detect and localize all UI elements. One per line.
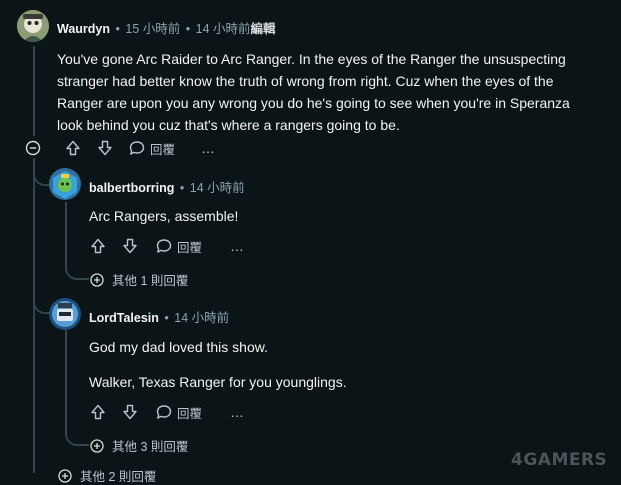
comment-line: God my dad loved this show. xyxy=(89,339,268,355)
comment-line: Ranger are upon you any wrong you do he'… xyxy=(57,95,570,111)
comment-body: You've gone Arc Raider to Arc Ranger. In… xyxy=(57,48,617,136)
comment-body: Arc Rangers, assemble! xyxy=(89,205,609,227)
action-bar: 回覆 … xyxy=(82,232,245,260)
timestamp[interactable]: 14 小時前 xyxy=(190,181,245,195)
reply-icon xyxy=(156,404,172,420)
watermark-logo: 4GAMERS xyxy=(511,450,608,470)
comment-header: Waurdyn • 15 小時前 • 14 小時前編輯 xyxy=(57,18,276,37)
reply-button[interactable]: 回覆 xyxy=(129,134,175,162)
more-options-button[interactable]: … xyxy=(230,398,245,426)
comment-line: look behind you cuz that's where a range… xyxy=(57,117,400,133)
collapse-icon[interactable] xyxy=(22,134,44,162)
thread-line-parent xyxy=(33,158,35,473)
comment-header: balbertborring • 14 小時前 xyxy=(89,177,245,196)
reply-button[interactable]: 回覆 xyxy=(156,398,202,426)
username[interactable]: Waurdyn xyxy=(57,22,110,36)
username[interactable]: balbertborring xyxy=(89,181,174,195)
username[interactable]: LordTalesin xyxy=(89,311,159,325)
comment-body: God my dad loved this show. Walker, Texa… xyxy=(89,336,609,393)
separator-dot: • xyxy=(179,181,185,195)
action-bar: 回覆 … xyxy=(22,134,216,162)
edited-time: 14 小時前 xyxy=(195,22,251,36)
more-icon: … xyxy=(230,404,246,420)
more-replies-label: 其他 1 則回覆 xyxy=(112,274,189,288)
comment-line: Walker, Texas Ranger for you younglings. xyxy=(89,374,347,390)
thread-line-main xyxy=(33,46,35,136)
more-options-button[interactable]: … xyxy=(230,232,245,260)
separator-dot: • xyxy=(185,22,191,36)
edited-label: 編輯 xyxy=(250,22,276,36)
timestamp[interactable]: 14 小時前 xyxy=(174,311,229,325)
more-icon: … xyxy=(201,140,217,156)
avatar[interactable] xyxy=(49,168,81,200)
plus-circle-icon xyxy=(58,468,72,483)
reply-label: 回覆 xyxy=(150,142,176,157)
separator-dot: • xyxy=(115,22,120,36)
more-replies-link[interactable]: 其他 3 則回覆 xyxy=(90,436,188,455)
more-replies-label: 其他 2 則回覆 xyxy=(80,470,157,484)
more-icon: … xyxy=(230,238,246,254)
avatar[interactable] xyxy=(49,298,81,330)
thread-curve xyxy=(33,286,51,314)
reply-icon xyxy=(156,238,172,254)
downvote-icon[interactable] xyxy=(89,134,121,162)
reply-label: 回覆 xyxy=(177,240,203,255)
separator-dot: • xyxy=(164,311,169,325)
more-replies-label: 其他 3 則回覆 xyxy=(112,440,189,454)
reply-button[interactable]: 回覆 xyxy=(156,232,202,260)
thread-line-reply xyxy=(65,330,89,446)
comment-line: You've gone Arc Raider to Arc Ranger. In… xyxy=(57,51,566,67)
avatar[interactable] xyxy=(17,10,49,42)
reply-icon xyxy=(129,140,145,156)
downvote-icon[interactable] xyxy=(114,398,146,426)
plus-circle-icon xyxy=(90,438,104,453)
timestamp[interactable]: 15 小時前 xyxy=(125,22,180,36)
downvote-icon[interactable] xyxy=(114,232,146,260)
more-options-button[interactable]: … xyxy=(201,134,216,162)
upvote-icon[interactable] xyxy=(57,134,89,162)
reply-label: 回覆 xyxy=(177,406,203,421)
upvote-icon[interactable] xyxy=(82,398,114,426)
comment-line: Arc Rangers, assemble! xyxy=(89,208,239,224)
upvote-icon[interactable] xyxy=(82,232,114,260)
action-bar: 回覆 … xyxy=(82,398,245,426)
comment-header: LordTalesin • 14 小時前 xyxy=(89,307,229,326)
more-replies-link[interactable]: 其他 1 則回覆 xyxy=(90,270,188,289)
more-replies-link[interactable]: 其他 2 則回覆 xyxy=(58,466,156,485)
plus-circle-icon xyxy=(90,272,104,287)
comment-line: stranger had better know the truth of wr… xyxy=(57,73,554,89)
